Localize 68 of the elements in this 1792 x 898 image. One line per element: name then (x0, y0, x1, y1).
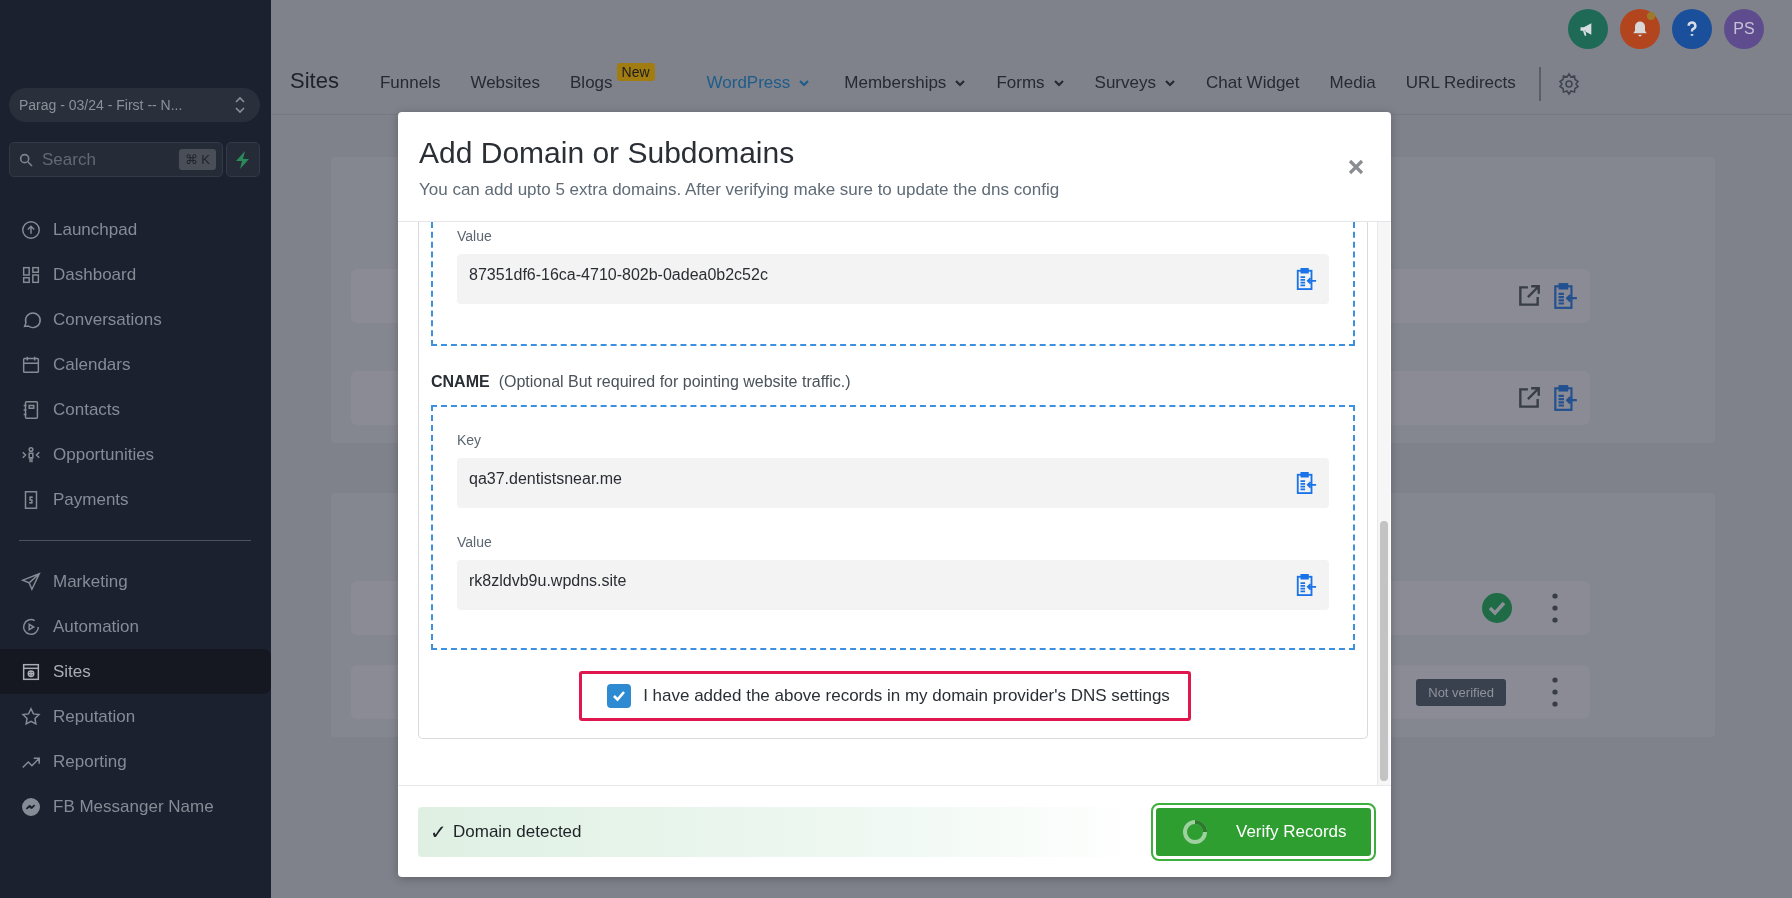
scrollbar-thumb[interactable] (1380, 521, 1388, 781)
help-button[interactable] (1672, 9, 1712, 49)
sidebar-item[interactable]: Sites (0, 649, 271, 694)
record-value-field[interactable]: qa37.dentistsnear.me (457, 458, 1329, 508)
status-text: Domain detected (453, 821, 582, 842)
external-link-icon[interactable] (1516, 283, 1542, 309)
megaphone-button[interactable] (1568, 9, 1608, 49)
check-mark: ✓ (430, 819, 447, 844)
status-tag: Not verified (1416, 678, 1506, 706)
lightning-icon (235, 150, 251, 169)
sidebar-item[interactable]: Payments (0, 477, 271, 522)
more-icon[interactable] (1552, 677, 1558, 707)
clipboard-icon[interactable] (1295, 266, 1317, 292)
nav-tab[interactable]: Funnels (366, 54, 454, 114)
sidebar-item[interactable]: Conversations (0, 297, 271, 342)
dialog-subtitle: You can add upto 5 extra domains. After verifying make sure to update the dns config (419, 180, 1060, 200)
dialog-title: Add Domain or Subdomains (419, 136, 796, 170)
nav-tab[interactable]: Blogs New (557, 54, 682, 114)
sidebar-item[interactable]: Reporting (0, 739, 271, 784)
clipboard-icon[interactable] (1295, 572, 1317, 598)
confirm-checkbox[interactable]: I have added the above records in my domain provider's DNS settings (579, 671, 1191, 721)
notification-button[interactable] (1620, 9, 1660, 49)
nav-tab[interactable]: Media (1316, 54, 1389, 114)
nav-tab[interactable]: Forms (983, 54, 1078, 114)
close-icon (1348, 159, 1364, 175)
search-input[interactable]: Search (40, 148, 173, 171)
check-icon (612, 690, 627, 702)
check-circle-icon (1482, 593, 1512, 623)
sort-icon (234, 96, 246, 114)
search-icon (18, 151, 34, 168)
checkbox[interactable] (607, 684, 632, 708)
menu-item-icon (20, 570, 42, 593)
sidebar-item[interactable]: Calendars (0, 342, 271, 387)
sidebar-item[interactable]: Dashboard (0, 252, 271, 297)
nav-tab[interactable]: Surveys (1081, 54, 1189, 114)
settings-icon[interactable] (1556, 72, 1581, 96)
sidebar-item[interactable]: Contacts (0, 387, 271, 432)
sidebar-item[interactable]: Opportunities (0, 432, 271, 477)
nav-tab[interactable]: Websites (457, 54, 553, 114)
field-label: Key (457, 432, 483, 448)
sidebar-item[interactable]: Automation (0, 604, 271, 649)
nav-tab[interactable]: URL Redirects (1392, 54, 1529, 114)
sidebar-item[interactable]: Launchpad (0, 207, 271, 252)
verify-records-button[interactable]: Verify Records (1153, 804, 1374, 859)
sidebar-item[interactable]: Reputation (0, 694, 271, 739)
account-switcher[interactable]: Parag - 03/24 - First -- N... (9, 88, 260, 122)
menu-item-icon (20, 705, 42, 728)
field-label: Value (457, 228, 493, 244)
more-icon[interactable] (1552, 593, 1558, 623)
nav-tab[interactable]: Chat Widget (1192, 54, 1313, 114)
clipboard-icon[interactable] (1552, 282, 1578, 310)
field-label: Value (457, 534, 493, 550)
menu-item-icon (20, 795, 42, 818)
clipboard-icon[interactable] (1552, 384, 1578, 412)
avatar[interactable]: PS (1724, 9, 1764, 49)
record-value-field[interactable]: 87351df6-16ca-4710-802b-0adea0b2c52c (457, 254, 1329, 304)
nav-tab[interactable]: Memberships (831, 54, 980, 114)
sidebar-item[interactable]: FB Messanger Name (0, 784, 271, 829)
quick-action-button[interactable] (226, 142, 260, 177)
record-type: CNAME (431, 373, 490, 391)
record-value-field[interactable]: rk8zldvb9u.wpdns.site (457, 560, 1329, 610)
sidebar-item[interactable]: Marketing (0, 559, 271, 604)
record-note: (Optional But required for pointing website traffic.) (498, 373, 851, 391)
clipboard-icon[interactable] (1295, 470, 1317, 496)
page-title: Sites (290, 68, 339, 94)
new-badge: New (616, 63, 655, 81)
menu-item-icon (20, 218, 42, 241)
external-link-icon[interactable] (1516, 385, 1542, 411)
